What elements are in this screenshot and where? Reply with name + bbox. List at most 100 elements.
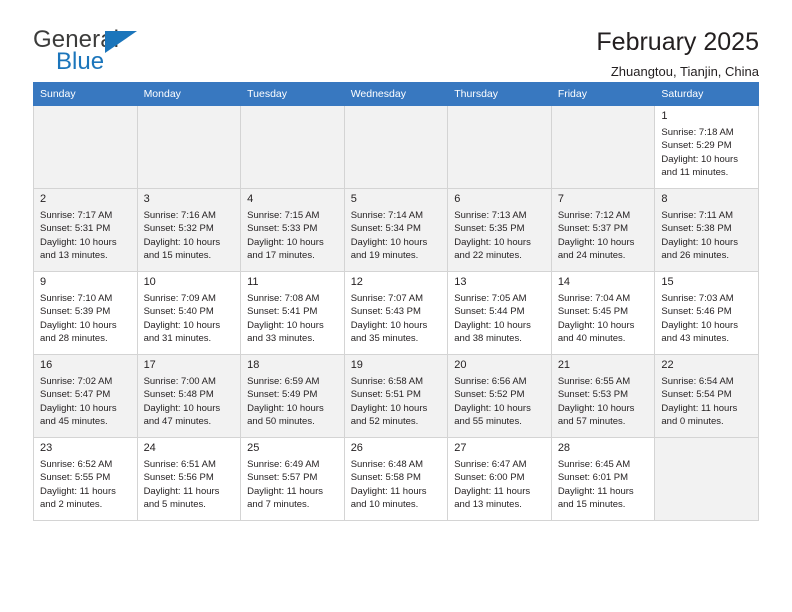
day-cell[interactable]: 14 Sunrise: 7:04 AM Sunset: 5:45 PM Dayl…	[550, 271, 656, 355]
daylight-text: Daylight: 11 hours and 13 minutes.	[454, 485, 531, 511]
day-cell[interactable]: 7 Sunrise: 7:12 AM Sunset: 5:37 PM Dayli…	[550, 188, 656, 272]
daylight-text: Daylight: 10 hours and 11 minutes.	[661, 153, 738, 179]
day-cell[interactable]: 24 Sunrise: 6:51 AM Sunset: 5:56 PM Dayl…	[136, 437, 242, 521]
day-cell[interactable]: 11 Sunrise: 7:08 AM Sunset: 5:41 PM Dayl…	[240, 271, 345, 355]
sunrise-text: Sunrise: 7:14 AM	[350, 210, 424, 221]
day-number: 23	[40, 442, 53, 454]
day-number: 27	[454, 442, 467, 454]
day-number: 25	[247, 442, 260, 454]
sunrise-text: Sunrise: 7:11 AM	[661, 210, 734, 221]
day-number: 11	[247, 276, 259, 288]
sunrise-text: Sunrise: 7:03 AM	[661, 293, 734, 304]
daylight-text: Daylight: 10 hours and 47 minutes.	[143, 402, 221, 428]
daylight-text: Daylight: 10 hours and 57 minutes.	[557, 402, 635, 428]
sunrise-text: Sunrise: 7:00 AM	[143, 376, 216, 387]
triangle-icon	[105, 31, 137, 53]
logo-text-blue: Blue	[56, 48, 105, 75]
page-header: General Blue February 2025 Zhuangtou, Ti…	[33, 0, 759, 79]
day-cell[interactable]: 26 Sunrise: 6:48 AM Sunset: 5:58 PM Dayl…	[343, 437, 449, 521]
daylight-text: Daylight: 10 hours and 35 minutes.	[350, 319, 428, 345]
day-cell[interactable]: 9 Sunrise: 7:10 AM Sunset: 5:39 PM Dayli…	[33, 271, 138, 355]
day-details: Sunrise: 6:55 AM Sunset: 5:53 PM Dayligh…	[558, 375, 650, 429]
day-details: Sunrise: 6:52 AM Sunset: 5:55 PM Dayligh…	[40, 458, 132, 512]
sunrise-text: Sunrise: 6:47 AM	[454, 459, 527, 470]
calendar-header-row: Sunday Monday Tuesday Wednesday Thursday…	[33, 82, 759, 106]
day-number: 19	[350, 359, 363, 371]
day-cell[interactable]: 20 Sunrise: 6:56 AM Sunset: 5:52 PM Dayl…	[447, 354, 552, 438]
title-block: February 2025 Zhuangtou, Tianjin, China	[596, 28, 759, 78]
day-number: 18	[247, 359, 260, 371]
day-cell[interactable]: 16 Sunrise: 7:02 AM Sunset: 5:47 PM Dayl…	[33, 354, 138, 438]
day-number: 5	[350, 193, 357, 205]
sunrise-text: Sunrise: 6:55 AM	[557, 376, 631, 387]
sunset-text: Sunset: 5:29 PM	[661, 140, 732, 152]
sunset-text: Sunset: 5:43 PM	[350, 306, 421, 318]
sunset-text: Sunset: 5:32 PM	[143, 223, 214, 235]
day-cell[interactable]: 18 Sunrise: 6:59 AM Sunset: 5:49 PM Dayl…	[240, 354, 345, 438]
sunrise-text: Sunrise: 6:58 AM	[350, 376, 424, 387]
day-number: 24	[143, 442, 156, 454]
day-cell[interactable]: 23 Sunrise: 6:52 AM Sunset: 5:55 PM Dayl…	[33, 437, 138, 521]
day-details: Sunrise: 7:14 AM Sunset: 5:34 PM Dayligh…	[351, 209, 443, 263]
day-cell[interactable]: 15 Sunrise: 7:03 AM Sunset: 5:46 PM Dayl…	[654, 271, 759, 355]
day-cell[interactable]: 5 Sunrise: 7:14 AM Sunset: 5:34 PM Dayli…	[343, 188, 449, 272]
day-details: Sunrise: 6:47 AM Sunset: 6:00 PM Dayligh…	[454, 458, 546, 512]
sunset-text: Sunset: 5:58 PM	[350, 472, 421, 484]
day-cell-empty	[136, 105, 242, 189]
day-cell[interactable]: 17 Sunrise: 7:00 AM Sunset: 5:48 PM Dayl…	[136, 354, 242, 438]
day-details: Sunrise: 6:45 AM Sunset: 6:01 PM Dayligh…	[558, 458, 650, 512]
sunrise-text: Sunrise: 6:51 AM	[143, 459, 216, 470]
day-number: 4	[247, 193, 254, 205]
day-details: Sunrise: 7:03 AM Sunset: 5:46 PM Dayligh…	[661, 292, 753, 346]
sunset-text: Sunset: 5:45 PM	[557, 306, 629, 318]
day-cell[interactable]: 21 Sunrise: 6:55 AM Sunset: 5:53 PM Dayl…	[550, 354, 656, 438]
calendar-week-row: 2 Sunrise: 7:17 AM Sunset: 5:31 PM Dayli…	[33, 188, 759, 272]
calendar-body: 1 Sunrise: 7:18 AM Sunset: 5:29 PM Dayli…	[33, 105, 759, 521]
sunset-text: Sunset: 5:56 PM	[143, 472, 214, 484]
daylight-text: Daylight: 10 hours and 55 minutes.	[454, 402, 531, 428]
day-details: Sunrise: 6:51 AM Sunset: 5:56 PM Dayligh…	[144, 458, 236, 512]
day-cell[interactable]: 1 Sunrise: 7:18 AM Sunset: 5:29 PM Dayli…	[654, 105, 759, 189]
day-number: 28	[557, 442, 571, 454]
sunset-text: Sunset: 5:53 PM	[557, 389, 629, 401]
day-cell[interactable]: 10 Sunrise: 7:09 AM Sunset: 5:40 PM Dayl…	[136, 271, 242, 355]
day-cell[interactable]: 2 Sunrise: 7:17 AM Sunset: 5:31 PM Dayli…	[33, 188, 138, 272]
day-cell[interactable]: 13 Sunrise: 7:05 AM Sunset: 5:44 PM Dayl…	[447, 271, 552, 355]
day-cell[interactable]: 3 Sunrise: 7:16 AM Sunset: 5:32 PM Dayli…	[136, 188, 242, 272]
day-cell[interactable]: 19 Sunrise: 6:58 AM Sunset: 5:51 PM Dayl…	[343, 354, 449, 438]
daylight-text: Daylight: 10 hours and 50 minutes.	[247, 402, 324, 428]
day-details: Sunrise: 7:10 AM Sunset: 5:39 PM Dayligh…	[40, 292, 132, 346]
day-number: 2	[40, 193, 47, 205]
daylight-text: Daylight: 10 hours and 45 minutes.	[40, 402, 117, 428]
day-cell[interactable]: 25 Sunrise: 6:49 AM Sunset: 5:57 PM Dayl…	[240, 437, 345, 521]
day-details: Sunrise: 7:09 AM Sunset: 5:40 PM Dayligh…	[144, 292, 236, 346]
sunrise-text: Sunrise: 6:59 AM	[247, 376, 320, 387]
daylight-text: Daylight: 10 hours and 52 minutes.	[350, 402, 428, 428]
day-cell[interactable]: 28 Sunrise: 6:45 AM Sunset: 6:01 PM Dayl…	[550, 437, 656, 521]
day-details: Sunrise: 7:12 AM Sunset: 5:37 PM Dayligh…	[558, 209, 650, 263]
day-cell[interactable]: 8 Sunrise: 7:11 AM Sunset: 5:38 PM Dayli…	[654, 188, 759, 272]
day-cell[interactable]: 27 Sunrise: 6:47 AM Sunset: 6:00 PM Dayl…	[447, 437, 552, 521]
sunset-text: Sunset: 5:46 PM	[661, 306, 732, 318]
daylight-text: Daylight: 11 hours and 7 minutes.	[247, 485, 323, 511]
sunset-text: Sunset: 5:51 PM	[350, 389, 421, 401]
sunrise-text: Sunrise: 7:13 AM	[454, 210, 527, 221]
sunrise-text: Sunrise: 7:09 AM	[143, 293, 216, 304]
day-number: 26	[350, 442, 363, 454]
day-cell[interactable]: 4 Sunrise: 7:15 AM Sunset: 5:33 PM Dayli…	[240, 188, 345, 272]
day-cell[interactable]: 6 Sunrise: 7:13 AM Sunset: 5:35 PM Dayli…	[447, 188, 552, 272]
sunrise-text: Sunrise: 6:54 AM	[661, 376, 734, 387]
day-cell[interactable]: 22 Sunrise: 6:54 AM Sunset: 5:54 PM Dayl…	[654, 354, 759, 438]
day-details: Sunrise: 7:17 AM Sunset: 5:31 PM Dayligh…	[40, 209, 132, 263]
sunrise-text: Sunrise: 7:12 AM	[557, 210, 631, 221]
day-details: Sunrise: 7:16 AM Sunset: 5:32 PM Dayligh…	[144, 209, 236, 263]
sunset-text: Sunset: 5:38 PM	[661, 223, 732, 235]
daylight-text: Daylight: 10 hours and 13 minutes.	[40, 236, 117, 262]
day-details: Sunrise: 6:54 AM Sunset: 5:54 PM Dayligh…	[661, 375, 753, 429]
general-blue-logo[interactable]: General Blue	[33, 28, 143, 78]
day-number: 14	[557, 276, 571, 288]
weekday-header-wednesday: Wednesday	[343, 82, 449, 106]
day-details: Sunrise: 7:08 AM Sunset: 5:41 PM Dayligh…	[247, 292, 339, 346]
day-cell[interactable]: 12 Sunrise: 7:07 AM Sunset: 5:43 PM Dayl…	[343, 271, 449, 355]
sunrise-text: Sunrise: 7:08 AM	[247, 293, 320, 304]
